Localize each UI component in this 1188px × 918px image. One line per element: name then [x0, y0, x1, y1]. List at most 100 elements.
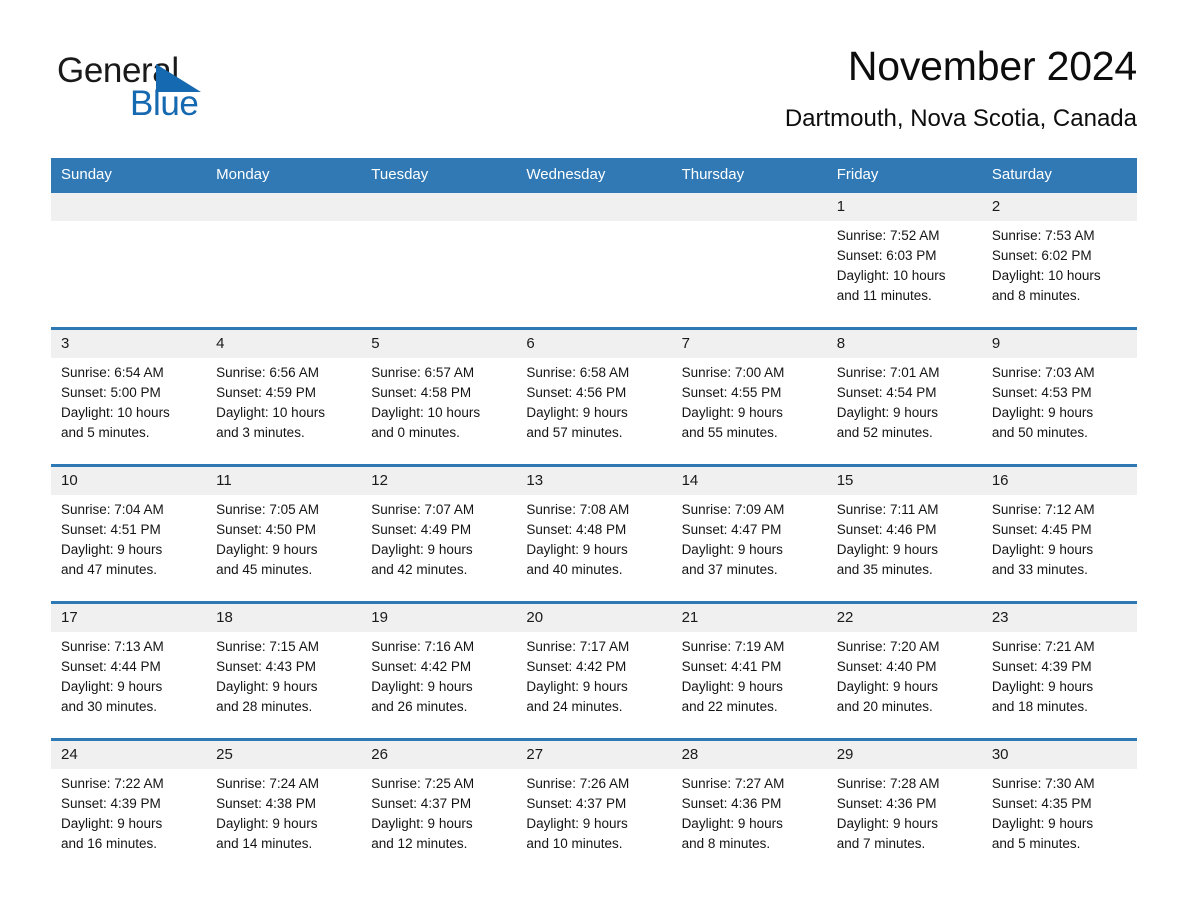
sunset-text: Sunset: 4:51 PM: [61, 522, 161, 537]
day-sun-info: Sunrise: 7:30 AM Sunset: 4:35 PM Daylight:…: [992, 774, 1127, 854]
sunset-text: Sunset: 4:36 PM: [681, 796, 782, 811]
day-sun-info: Sunrise: 7:20 AM Sunset: 4:40 PM Daylight:…: [837, 637, 972, 717]
calendar-day-cell[interactable]: 18 Sunrise: 7:15 AM Sunset: 4:43 PM Dayligh…: [206, 604, 361, 738]
daylight-text-line1: Daylight: 10 hours: [991, 268, 1101, 283]
day-number: [682, 193, 817, 221]
calendar-day-cell[interactable]: 23 Sunrise: 7:21 AM Sunset: 4:39 PM Dayligh…: [982, 604, 1137, 738]
day-number: 6: [526, 335, 535, 352]
calendar-day-cell-empty: [206, 193, 361, 327]
daylight-text-line1: Daylight: 10 hours: [836, 268, 946, 283]
sunrise-text: Sunrise: 7:04 AM: [61, 502, 164, 517]
daylight-text-line2: and 33 minutes.: [991, 562, 1088, 577]
day-sun-info: Sunrise: 7:13 AM Sunset: 4:44 PM Daylight:…: [61, 637, 196, 717]
daylight-text-line1: Daylight: 9 hours: [681, 542, 783, 557]
day-sun-info: Sunrise: 7:00 AM Sunset: 4:55 PM Daylight:…: [682, 363, 817, 443]
daylight-text-line2: and 5 minutes.: [61, 425, 150, 440]
calendar-day-cell[interactable]: 30 Sunrise: 7:30 AM Sunset: 4:35 PM Dayligh…: [982, 741, 1137, 861]
week-grid: 17 Sunrise: 7:13 AM Sunset: 4:44 PM Dayligh…: [51, 604, 1137, 738]
sunset-text: Sunset: 4:47 PM: [681, 522, 782, 537]
sunset-text: Sunset: 4:41 PM: [681, 659, 782, 674]
calendar-day-cell[interactable]: 14 Sunrise: 7:09 AM Sunset: 4:47 PM Dayligh…: [672, 467, 827, 601]
day-number: 4: [216, 335, 225, 352]
calendar-day-cell[interactable]: 16 Sunrise: 7:12 AM Sunset: 4:45 PM Dayligh…: [982, 467, 1137, 601]
sunrise-text: Sunrise: 7:21 AM: [991, 639, 1095, 654]
calendar-day-cell[interactable]: 21 Sunrise: 7:19 AM Sunset: 4:41 PM Dayligh…: [672, 604, 827, 738]
calendar-day-cell-empty: [516, 193, 671, 327]
weekday-header-row: Sunday Monday Tuesday Wednesday Thursday Frid…: [51, 158, 1137, 193]
calendar-page: General Blue November 2024 Dartmouth, No…: [0, 0, 1188, 918]
daylight-text-line2: and 10 minutes.: [526, 836, 623, 851]
day-sun-info: Sunrise: 7:01 AM Sunset: 4:54 PM Daylight:…: [837, 363, 972, 443]
sunset-text: Sunset: 4:39 PM: [61, 796, 161, 811]
daylight-text-line1: Daylight: 9 hours: [836, 816, 939, 831]
sunrise-text: Sunrise: 6:56 AM: [216, 365, 319, 380]
calendar-day-cell[interactable]: 4 Sunrise: 6:56 AM Sunset: 4:59 PM Daylight…: [206, 330, 361, 464]
day-sun-info: Sunrise: 6:54 AM Sunset: 5:00 PM Daylight:…: [61, 363, 196, 443]
calendar-day-cell[interactable]: 28 Sunrise: 7:27 AM Sunset: 4:36 PM Dayligh…: [672, 741, 827, 861]
weekday-header-monday: Monday: [216, 166, 270, 183]
daylight-text-line1: Daylight: 9 hours: [526, 542, 628, 557]
sunrise-text: Sunrise: 7:22 AM: [61, 776, 164, 791]
day-number: 20: [526, 609, 544, 626]
calendar-day-cell[interactable]: 22 Sunrise: 7:20 AM Sunset: 4:40 PM Dayligh…: [827, 604, 982, 738]
calendar-weeks: 1 Sunrise: 7:52 AM Sunset: 6:03 PM Daylight…: [51, 193, 1137, 861]
daylight-text-line1: Daylight: 9 hours: [216, 679, 318, 694]
calendar-day-cell[interactable]: 1 Sunrise: 7:52 AM Sunset: 6:03 PM Daylight…: [827, 193, 982, 327]
calendar-day-cell[interactable]: 7 Sunrise: 7:00 AM Sunset: 4:55 PM Daylight…: [672, 330, 827, 464]
daylight-text-line1: Daylight: 9 hours: [681, 816, 783, 831]
calendar-day-cell[interactable]: 27 Sunrise: 7:26 AM Sunset: 4:37 PM Dayligh…: [516, 741, 671, 861]
daylight-text-line1: Daylight: 9 hours: [371, 816, 473, 831]
sunset-text: Sunset: 4:42 PM: [371, 659, 472, 674]
calendar-day-cell[interactable]: 24 Sunrise: 7:22 AM Sunset: 4:39 PM Dayligh…: [51, 741, 206, 861]
weekday-header-saturday: Saturday: [991, 166, 1052, 183]
calendar-day-cell[interactable]: 8 Sunrise: 7:01 AM Sunset: 4:54 PM Daylight…: [827, 330, 982, 464]
calendar-day-cell[interactable]: 29 Sunrise: 7:28 AM Sunset: 4:36 PM Dayligh…: [827, 741, 982, 861]
daylight-text-line2: and 35 minutes.: [836, 562, 933, 577]
page-header: General Blue November 2024 Dartmouth, No…: [51, 40, 1137, 148]
calendar-day-cell[interactable]: 10 Sunrise: 7:04 AM Sunset: 4:51 PM Dayligh…: [51, 467, 206, 601]
sunrise-text: Sunrise: 7:30 AM: [991, 776, 1095, 791]
calendar-day-cell[interactable]: 3 Sunrise: 6:54 AM Sunset: 5:00 PM Daylight…: [51, 330, 206, 464]
day-number: 12: [371, 472, 388, 489]
daylight-text-line2: and 12 minutes.: [371, 836, 468, 851]
day-sun-info: Sunrise: 7:27 AM Sunset: 4:36 PM Daylight:…: [682, 774, 817, 854]
calendar-day-cell[interactable]: 13 Sunrise: 7:08 AM Sunset: 4:48 PM Dayligh…: [516, 467, 671, 601]
daylight-text-line2: and 30 minutes.: [61, 699, 158, 714]
sunrise-text: Sunrise: 7:05 AM: [216, 502, 319, 517]
daylight-text-line2: and 5 minutes.: [991, 836, 1081, 851]
day-number: 11: [216, 472, 232, 489]
day-number: [216, 193, 351, 221]
calendar-week-row: 1 Sunrise: 7:52 AM Sunset: 6:03 PM Daylight…: [51, 193, 1137, 327]
weekday-header-thursday: Thursday: [681, 166, 745, 183]
calendar-day-cell[interactable]: 19 Sunrise: 7:16 AM Sunset: 4:42 PM Dayligh…: [361, 604, 516, 738]
calendar-day-cell[interactable]: 12 Sunrise: 7:07 AM Sunset: 4:49 PM Dayligh…: [361, 467, 516, 601]
day-number: 9: [991, 335, 1001, 352]
day-sun-info: Sunrise: 7:15 AM Sunset: 4:43 PM Daylight:…: [216, 637, 351, 717]
page-title: November 2024: [847, 43, 1137, 89]
day-sun-info: Sunrise: 7:04 AM Sunset: 4:51 PM Daylight:…: [61, 500, 196, 580]
day-number: [61, 193, 196, 221]
calendar-day-cell[interactable]: 17 Sunrise: 7:13 AM Sunset: 4:44 PM Dayligh…: [51, 604, 206, 738]
daylight-text-line2: and 18 minutes.: [991, 699, 1088, 714]
calendar-day-cell[interactable]: 26 Sunrise: 7:25 AM Sunset: 4:37 PM Dayligh…: [361, 741, 516, 861]
calendar-day-cell[interactable]: 2 Sunrise: 7:53 AM Sunset: 6:02 PM Daylight…: [982, 193, 1137, 327]
daylight-text-line1: Daylight: 9 hours: [371, 542, 473, 557]
day-number: 16: [991, 472, 1009, 489]
day-sun-info: Sunrise: 7:22 AM Sunset: 4:39 PM Daylight:…: [61, 774, 196, 854]
calendar-day-cell[interactable]: 20 Sunrise: 7:17 AM Sunset: 4:42 PM Dayligh…: [516, 604, 671, 738]
sunrise-text: Sunrise: 7:27 AM: [681, 776, 785, 791]
day-number: 3: [61, 335, 70, 352]
calendar-day-cell[interactable]: 15 Sunrise: 7:11 AM Sunset: 4:46 PM Dayligh…: [827, 467, 982, 601]
day-number: 22: [836, 609, 854, 626]
day-number: 10: [61, 472, 78, 489]
day-sun-info: Sunrise: 7:25 AM Sunset: 4:37 PM Daylight:…: [371, 774, 506, 854]
calendar-day-cell-empty: [672, 193, 827, 327]
calendar-day-cell[interactable]: 11 Sunrise: 7:05 AM Sunset: 4:50 PM Dayligh…: [206, 467, 361, 601]
calendar-day-cell[interactable]: 9 Sunrise: 7:03 AM Sunset: 4:53 PM Daylight…: [982, 330, 1137, 464]
calendar-week-row: 24 Sunrise: 7:22 AM Sunset: 4:39 PM Dayligh…: [51, 738, 1137, 861]
daylight-text-line1: Daylight: 9 hours: [61, 542, 163, 557]
calendar-grid: Sunday Monday Tuesday Wednesday Thursday Frid…: [51, 158, 1137, 861]
calendar-day-cell[interactable]: 6 Sunrise: 6:58 AM Sunset: 4:56 PM Daylight…: [516, 330, 671, 464]
calendar-day-cell[interactable]: 25 Sunrise: 7:24 AM Sunset: 4:38 PM Dayligh…: [206, 741, 361, 861]
calendar-day-cell[interactable]: 5 Sunrise: 6:57 AM Sunset: 4:58 PM Daylight…: [361, 330, 516, 464]
